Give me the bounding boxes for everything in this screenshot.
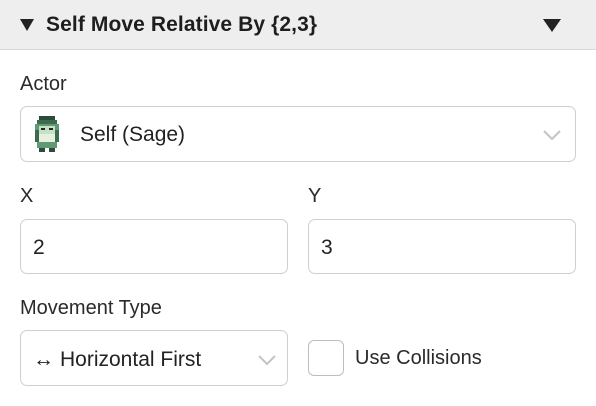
movement-type-value: Horizontal First: [60, 348, 202, 371]
y-input[interactable]: 3: [308, 219, 576, 274]
sage-sprite-icon: [35, 116, 59, 152]
chevron-down-icon: [258, 355, 276, 366]
use-collisions-label[interactable]: Use Collisions: [355, 347, 482, 370]
x-input[interactable]: 2: [20, 219, 288, 274]
collapse-triangle-icon[interactable]: [20, 19, 34, 31]
y-value: 3: [321, 236, 333, 259]
movement-type-select[interactable]: ↔ Horizontal First: [20, 330, 288, 386]
event-header[interactable]: Self Move Relative By {2,3}: [0, 0, 596, 50]
x-value: 2: [33, 236, 45, 259]
left-right-arrow-icon: ↔: [33, 348, 54, 371]
y-label: Y: [308, 185, 322, 207]
event-title: Self Move Relative By {2,3}: [46, 13, 318, 36]
actor-value: Self (Sage): [80, 123, 186, 146]
actor-select[interactable]: Self (Sage): [20, 106, 576, 162]
chevron-down-icon: [543, 130, 561, 141]
x-label: X: [20, 185, 34, 207]
use-collisions-checkbox[interactable]: [308, 340, 344, 376]
movement-type-label: Movement Type: [20, 297, 162, 319]
menu-triangle-icon[interactable]: [543, 19, 561, 32]
actor-label: Actor: [20, 73, 67, 95]
